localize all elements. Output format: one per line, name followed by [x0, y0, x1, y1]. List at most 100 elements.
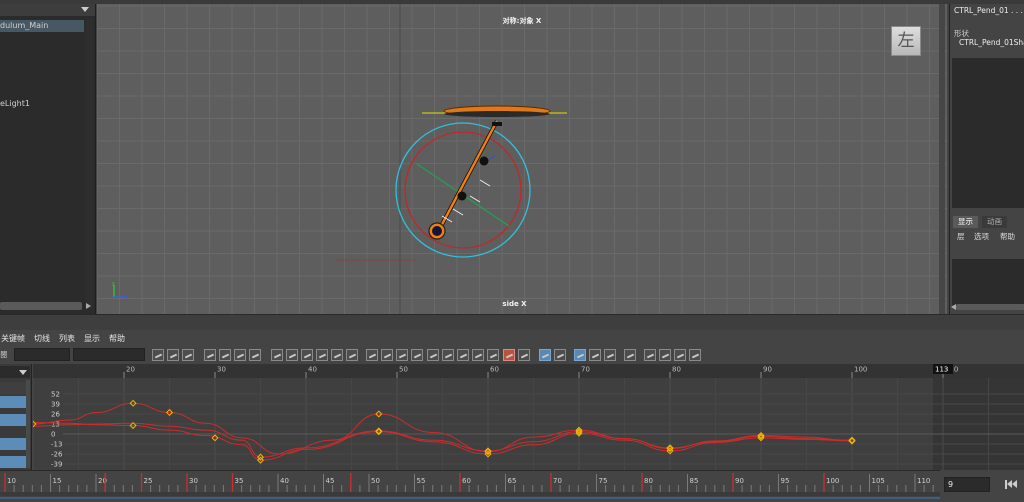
channel-list[interactable]	[952, 58, 1024, 208]
tab-display[interactable]: 显示	[953, 216, 978, 228]
joint-sphere-1[interactable]	[479, 156, 489, 166]
toolbar-tool-button[interactable]	[518, 349, 530, 361]
menu-keys[interactable]: 关键帧	[1, 333, 25, 344]
graph-view[interactable]: 52 39 26 13 0 -13 -26 -39 20 30 40 50 60 70 80 90 100 11…	[33, 364, 1024, 470]
x-tick-label: 100	[854, 366, 867, 374]
layer-horizontal-scrollbar[interactable]	[956, 304, 1024, 310]
outliner-dropdown-icon[interactable]	[81, 7, 89, 12]
menu-help[interactable]: 帮助	[1000, 231, 1015, 242]
go-to-start-icon[interactable]	[1004, 479, 1018, 491]
graph-canvas[interactable]: 523926130-13-26-39 20 30 40 50 60 70 80 90 100 11…	[33, 364, 1024, 470]
toolbar-tool-button[interactable]	[472, 349, 484, 361]
current-frame-marker[interactable]: 113	[933, 364, 953, 374]
toolbar-tool-button[interactable]	[604, 349, 616, 361]
viewport-scrollbar[interactable]	[939, 4, 945, 314]
y-tick-label: -13	[51, 441, 62, 449]
menu-show[interactable]: 显示	[84, 333, 100, 344]
toolbar-tool-button[interactable]	[487, 349, 499, 361]
frame-label: 90	[735, 477, 744, 485]
channel-item[interactable]	[0, 456, 26, 468]
y-tick-label: 26	[51, 411, 60, 419]
stats-field-value[interactable]	[73, 348, 145, 361]
menu-help[interactable]: 帮助	[109, 333, 125, 344]
outliner-item-label: dulum_Main	[0, 21, 49, 30]
outliner-vertical-scrollbar[interactable]	[86, 18, 93, 308]
toolbar-tool-button[interactable]	[182, 349, 194, 361]
y-tick-label: -39	[51, 461, 62, 469]
toolbar-tool-button[interactable]	[554, 349, 566, 361]
toolbar-tool-button[interactable]	[457, 349, 469, 361]
toolbar-tool-button[interactable]	[204, 349, 216, 361]
x-tick-label: 70	[581, 366, 590, 374]
frame-label: 70	[553, 477, 562, 485]
outliner-item-pendulum-main[interactable]: dulum_Main	[0, 20, 84, 32]
outliner-horizontal-scrollbar[interactable]	[0, 302, 82, 310]
toolbar-tool-button[interactable]	[271, 349, 283, 361]
pendulum-rig[interactable]	[395, 105, 567, 258]
toolbar-tool-button[interactable]	[442, 349, 454, 361]
channel-item[interactable]	[0, 414, 26, 426]
viewport-side[interactable]: y z 对称:对象 X side X 左	[97, 4, 947, 314]
tab-animation[interactable]: 动画	[982, 216, 1007, 228]
stats-field-time[interactable]	[14, 348, 70, 361]
frame-label: 25	[144, 477, 153, 485]
playback-range-bar[interactable]	[0, 497, 940, 499]
channel-item[interactable]	[0, 438, 26, 450]
camera-label-top: 对称:对象 X	[502, 17, 542, 25]
toolbar-tool-button[interactable]	[503, 349, 515, 361]
toolbar-tool-button[interactable]	[346, 349, 358, 361]
menu-layer[interactable]: 层	[957, 231, 965, 242]
graph-outliner-dropdown[interactable]	[0, 366, 30, 378]
viewcube[interactable]: 左	[891, 26, 921, 56]
layer-list[interactable]	[952, 259, 1024, 305]
outliner-item-light[interactable]: eLight1	[0, 98, 84, 110]
toolbar-tool-button[interactable]	[574, 349, 586, 361]
control-circle-outer[interactable]	[395, 122, 531, 258]
node-name[interactable]: CTRL_Pend_01 . . .	[954, 6, 1023, 15]
pendulum-rod[interactable]	[436, 120, 499, 233]
scroll-right-arrow-icon[interactable]	[86, 303, 91, 309]
outliner-header	[0, 4, 95, 16]
toolbar-tool-button[interactable]	[152, 349, 164, 361]
toolbar-tool-button[interactable]	[674, 349, 686, 361]
toolbar-tool-button[interactable]	[219, 349, 231, 361]
toolbar-tool-button[interactable]	[659, 349, 671, 361]
channel-item[interactable]	[0, 382, 26, 394]
toolbar-tool-button[interactable]	[427, 349, 439, 361]
toolbar-tool-button[interactable]	[689, 349, 701, 361]
toolbar-tool-button[interactable]	[396, 349, 408, 361]
menu-options[interactable]: 选项	[974, 231, 989, 242]
shape-name[interactable]: CTRL_Pend_01Shap	[959, 38, 1024, 47]
pendulum-bob[interactable]	[432, 226, 442, 236]
menu-tangents[interactable]: 切线	[34, 333, 50, 344]
toolbar-tool-button[interactable]	[316, 349, 328, 361]
toolbar-tool-button[interactable]	[624, 349, 636, 361]
toolbar-tool-button[interactable]	[234, 349, 246, 361]
toolbar-tool-button[interactable]	[589, 349, 601, 361]
channel-item[interactable]	[0, 396, 26, 408]
toolbar-tool-button[interactable]	[301, 349, 313, 361]
y-tick-label: -26	[51, 451, 63, 459]
current-frame-field[interactable]: 9	[944, 477, 990, 492]
toolbar-tool-button[interactable]	[381, 349, 393, 361]
frame-label: 105	[872, 477, 885, 485]
toolbar-tool-button[interactable]	[644, 349, 656, 361]
toolbar-tool-button[interactable]	[539, 349, 551, 361]
toolbar-tool-button[interactable]	[331, 349, 343, 361]
toolbar-tool-button[interactable]	[286, 349, 298, 361]
x-tick-label: 90	[763, 366, 772, 374]
time-slider[interactable]: 10 15 20 25 30 35 40 45 50 55 60 65 70 75 80 85 90 95 100 1…	[0, 470, 940, 502]
graph-outliner-scrollbar[interactable]	[26, 380, 30, 468]
toolbar-tool-button[interactable]	[167, 349, 179, 361]
panel-divider[interactable]	[0, 314, 1024, 330]
toolbar-tool-button[interactable]	[366, 349, 378, 361]
toolbar-tool-button[interactable]	[411, 349, 423, 361]
time-slider-canvas[interactable]: 10 15 20 25 30 35 40 45 50 55 60 65 70 75 80 85 90 95 100 1…	[0, 471, 940, 502]
frame-label: 110	[917, 477, 930, 485]
joint-sphere-2[interactable]	[457, 191, 467, 201]
toolbar-tool-button[interactable]	[249, 349, 261, 361]
frame-label: 40	[280, 477, 289, 485]
menu-list[interactable]: 列表	[59, 333, 75, 344]
frame-label: 85	[690, 477, 699, 485]
range-bar[interactable]	[0, 492, 940, 496]
